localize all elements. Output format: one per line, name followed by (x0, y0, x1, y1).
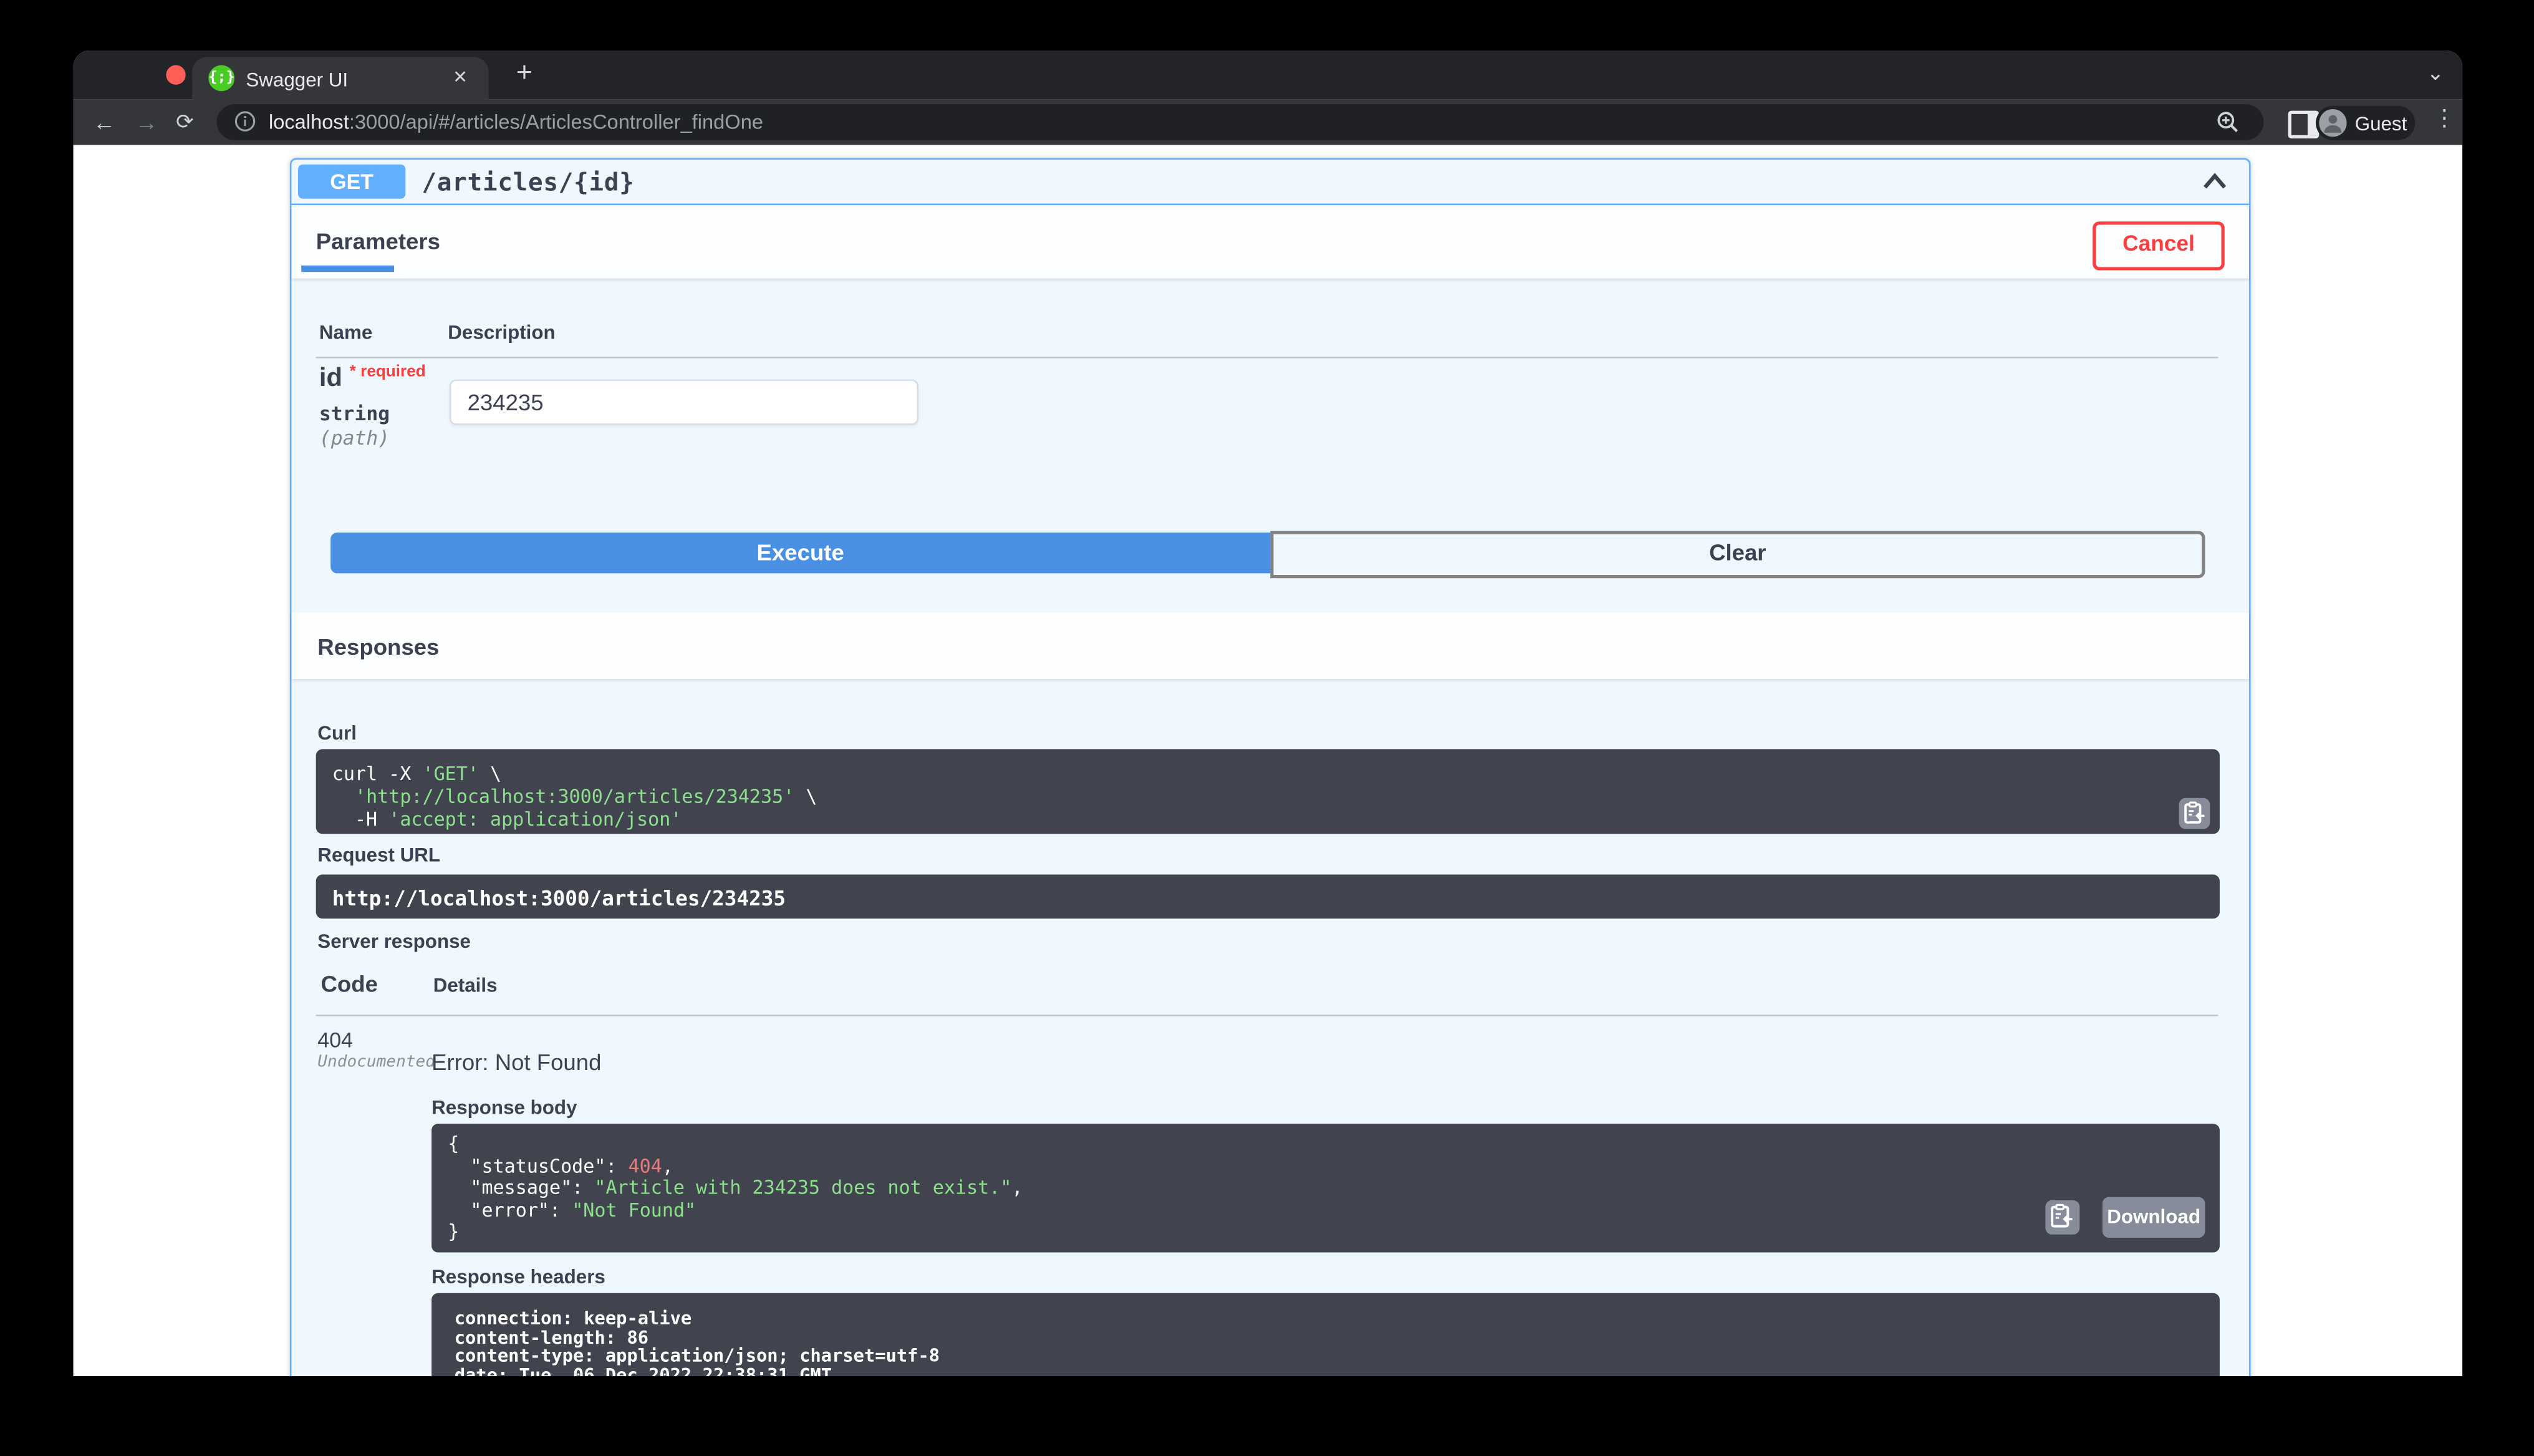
tab-close-icon[interactable]: ✕ (453, 67, 468, 88)
url-text[interactable]: localhost:3000/api/#/articles/ArticlesCo… (269, 111, 763, 134)
side-panel-icon[interactable] (2288, 110, 2320, 139)
execute-button[interactable]: Execute (330, 533, 1271, 574)
curl-block: curl -X 'GET' \ 'http://localhost:3000/a… (316, 749, 2220, 834)
address-bar[interactable]: localhost:3000/api/#/articles/ArticlesCo… (216, 104, 2264, 142)
screen: {;} Swagger UI ✕ + ⌄ ← → ⟳ localhost:300… (0, 0, 2534, 1456)
cancel-button[interactable]: Cancel (2093, 221, 2225, 271)
new-tab-button[interactable]: + (516, 57, 532, 89)
response-body-json: { "statusCode": 404, "message": "Article… (448, 1132, 1023, 1243)
operation-block-get: GET /articles/{id} Parameters Cancel Nam… (289, 158, 2251, 1376)
request-url-value: http://localhost:3000/articles/234235 (332, 885, 786, 911)
active-tab-underline (301, 265, 395, 272)
url-host: localhost (268, 110, 349, 134)
undocumented-note: Undocumented (317, 1053, 436, 1072)
response-body-block: { "statusCode": 404, "message": "Article… (431, 1124, 2220, 1253)
responses-section-header: Responses (291, 612, 2249, 680)
page-zoom-icon[interactable] (2217, 111, 2240, 142)
request-url-block: http://localhost:3000/articles/234235 (316, 874, 2220, 919)
site-info-icon[interactable] (234, 111, 256, 140)
copy-to-clipboard-button[interactable] (2045, 1200, 2080, 1235)
parameters-section-header: Parameters Cancel (291, 205, 2249, 279)
swagger-favicon-icon: {;} (208, 65, 235, 92)
response-body-label: Response body (431, 1096, 577, 1119)
reload-button[interactable]: ⟳ (176, 109, 193, 135)
response-headers-block: connection: keep-alive content-length: 8… (431, 1293, 2220, 1376)
operation-path: /articles/{id} (422, 168, 635, 198)
url-path: :3000/api/#/articles/ArticlesController_… (349, 110, 764, 134)
details-column-header: Details (433, 973, 498, 997)
table-divider (316, 356, 2218, 359)
browser-tab[interactable]: {;} Swagger UI ✕ (192, 57, 489, 100)
curl-label: Curl (317, 721, 357, 745)
response-headers-label: Response headers (431, 1265, 605, 1288)
avatar-icon (2319, 108, 2347, 137)
download-button[interactable]: Download (2102, 1197, 2205, 1238)
forward-button[interactable]: → (135, 109, 158, 135)
request-url-label: Request URL (317, 843, 441, 867)
profile-label: Guest (2354, 112, 2407, 135)
param-id-input[interactable] (449, 379, 919, 425)
code-column-header: Code (320, 970, 378, 997)
response-code: 404 (317, 1028, 353, 1053)
required-badge: * required (349, 363, 426, 382)
curl-command: curl -X 'GET' \ 'http://localhost:3000/a… (332, 762, 817, 831)
browser-window: {;} Swagger UI ✕ + ⌄ ← → ⟳ localhost:300… (73, 50, 2463, 1376)
server-response-label: Server response (317, 930, 471, 953)
method-badge: GET (297, 164, 406, 199)
back-button[interactable]: ← (93, 109, 116, 135)
response-headers-list: connection: keep-alive content-length: 8… (454, 1308, 940, 1376)
operation-summary[interactable]: GET /articles/{id} (291, 160, 2249, 206)
tab-search-icon[interactable]: ⌄ (2427, 60, 2444, 87)
tab-parameters[interactable]: Parameters (316, 228, 440, 254)
swagger-page: GET /articles/{id} Parameters Cancel Nam… (73, 145, 2463, 1376)
browser-toolbar: ← → ⟳ localhost:3000/api/#/articles/Arti… (73, 99, 2463, 145)
profile-chip[interactable]: Guest (2316, 105, 2416, 140)
window-close-button[interactable] (166, 65, 186, 85)
response-table-divider (316, 1015, 2218, 1016)
response-detail: Error: Not Found (431, 1049, 602, 1075)
tab-title: Swagger UI (246, 68, 349, 92)
name-column-header: Name (319, 321, 373, 344)
param-type: string (319, 402, 390, 425)
param-location: (path) (319, 427, 390, 450)
tab-strip: {;} Swagger UI ✕ + ⌄ (73, 50, 2463, 100)
clear-button[interactable]: Clear (1270, 531, 2205, 579)
browser-menu-icon[interactable]: ⋮ (2433, 104, 2456, 132)
param-name: id * required (319, 363, 426, 393)
responses-title: Responses (317, 633, 440, 660)
description-column-header: Description (448, 321, 556, 344)
copy-to-clipboard-button[interactable] (2179, 798, 2210, 829)
collapse-chevron-icon[interactable] (2200, 170, 2230, 201)
